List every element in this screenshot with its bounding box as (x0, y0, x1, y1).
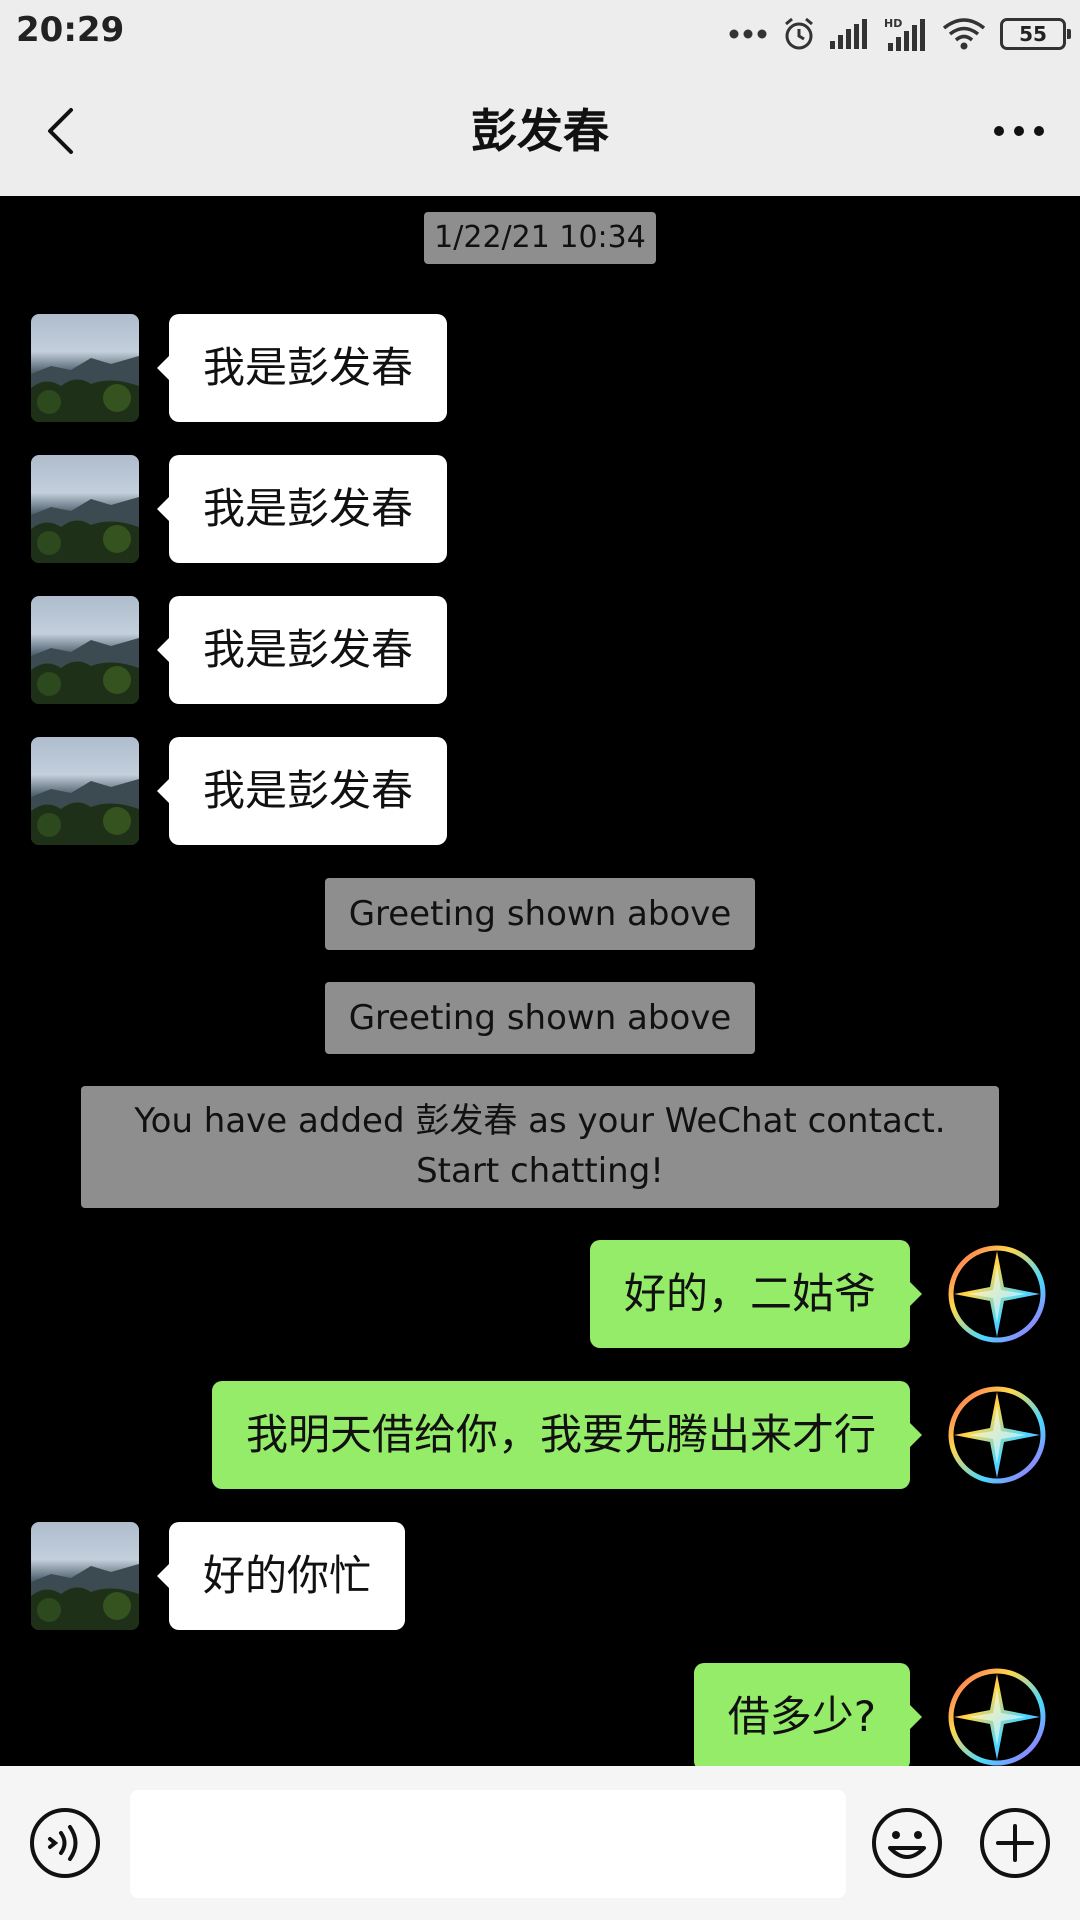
contact-avatar[interactable] (31, 737, 139, 845)
system-message: Greeting shown above (325, 878, 755, 950)
alarm-icon (785, 17, 813, 50)
my-avatar[interactable] (944, 1664, 1050, 1770)
plus-icon[interactable] (978, 1806, 1052, 1880)
svg-text:HD: HD (884, 17, 902, 30)
signal-icon (830, 19, 867, 49)
message-bubble-sent[interactable]: 我明天借给你，我要先腾出来才行 (211, 1381, 923, 1489)
contact-avatar[interactable] (31, 314, 139, 422)
contact-avatar[interactable] (31, 455, 139, 563)
voice-icon[interactable] (28, 1806, 102, 1880)
system-message: Greeting shown above (325, 982, 755, 1054)
chat-timestamp: 1/22/21 10:34 (424, 212, 656, 264)
system-message-line: Start chatting! (416, 1151, 664, 1191)
chat-header: 彭发春 (0, 66, 1080, 196)
compass-star-icon (947, 1667, 1047, 1767)
my-avatar[interactable] (944, 1382, 1050, 1488)
message-bubble-sent[interactable]: 好的，二姑爷 (589, 1240, 923, 1348)
compass-star-icon (947, 1244, 1047, 1344)
message-input[interactable] (130, 1790, 846, 1898)
compass-star-icon (947, 1385, 1047, 1485)
message-bubble-received[interactable]: 我是彭发春 (156, 737, 448, 845)
contact-avatar[interactable] (31, 596, 139, 704)
wifi-icon (942, 18, 986, 50)
my-avatar[interactable] (944, 1241, 1050, 1347)
status-bar: 20:29 HD 55 (0, 0, 1080, 66)
contact-avatar[interactable] (31, 1522, 139, 1630)
input-bar (0, 1766, 1080, 1920)
contact-name-title: 彭发春 (471, 104, 609, 158)
more-button[interactable] (984, 101, 1054, 161)
hd-signal-icon: HD (884, 17, 925, 51)
more-dots-icon (729, 29, 767, 39)
message-bubble-received[interactable]: 好的你忙 (156, 1522, 406, 1630)
system-message-contact-added: You have added 彭发春 as your WeChat contac… (81, 1086, 999, 1208)
message-bubble-received[interactable]: 我是彭发春 (156, 455, 448, 563)
message-bubble-sent[interactable]: 借多少? (693, 1663, 923, 1771)
battery-icon: 55 (1000, 18, 1071, 50)
system-message-line: You have added 彭发春 as your WeChat contac… (134, 1101, 946, 1141)
more-horizontal-icon (994, 126, 1044, 136)
status-icons: HD 55 (728, 12, 1071, 56)
message-bubble-received[interactable]: 我是彭发春 (156, 596, 448, 704)
status-time: 20:29 (16, 10, 125, 50)
emoji-icon[interactable] (870, 1806, 944, 1880)
message-bubble-received[interactable]: 我是彭发春 (156, 314, 448, 422)
